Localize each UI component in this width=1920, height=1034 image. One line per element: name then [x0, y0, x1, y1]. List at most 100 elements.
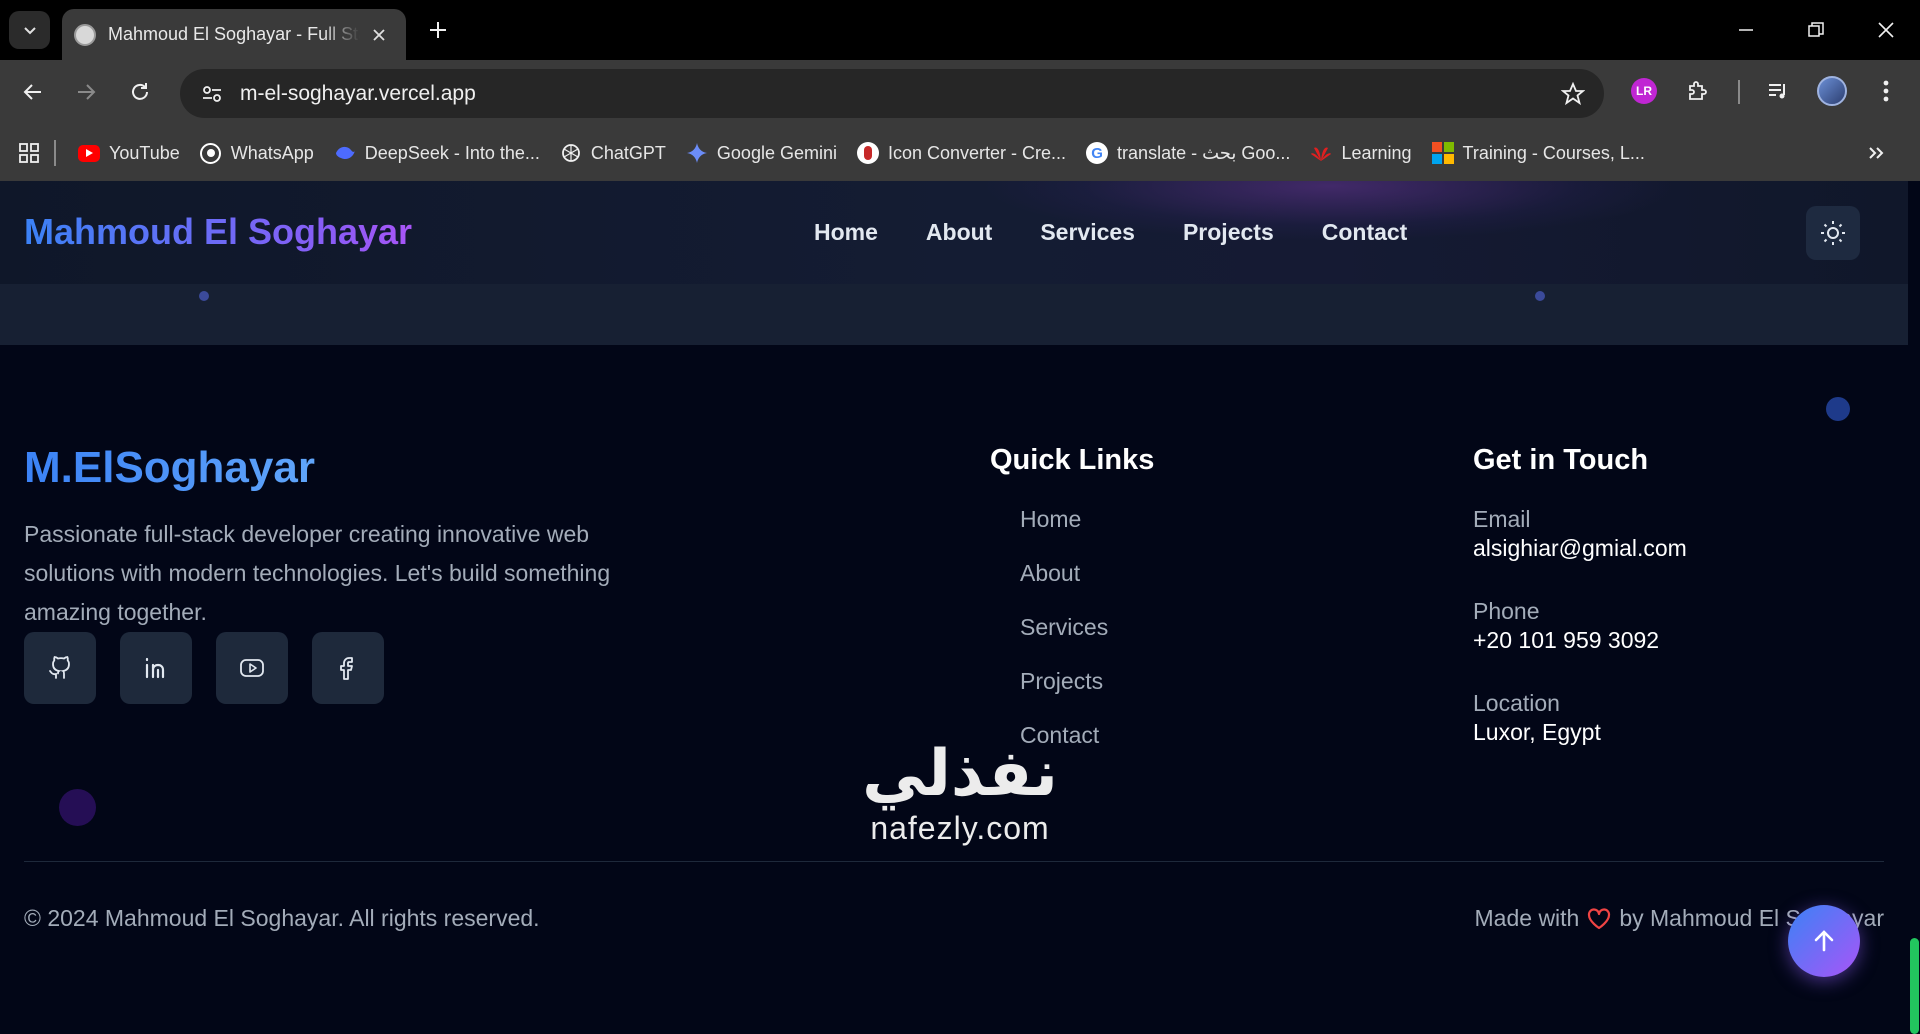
- footer-link-about[interactable]: About: [1020, 559, 1108, 613]
- phone-value[interactable]: +20 101 959 3092: [1473, 625, 1687, 655]
- sun-icon: [1821, 221, 1845, 245]
- tab-close-icon[interactable]: [368, 24, 390, 46]
- bookmark-translate[interactable]: G translate - بحث Goo...: [1076, 135, 1300, 171]
- page-scrollbar[interactable]: [1908, 181, 1920, 1034]
- footer-link-projects[interactable]: Projects: [1020, 667, 1108, 721]
- bookmarks-bar: YouTube WhatsApp DeepSeek - Into the... …: [0, 129, 1920, 177]
- arrow-up-icon: [1814, 930, 1834, 952]
- extensions-puzzle-icon[interactable]: [1680, 73, 1716, 109]
- youtube-icon: [78, 142, 100, 164]
- bookmark-whatsapp[interactable]: WhatsApp: [190, 135, 324, 171]
- tab-search-button[interactable]: [9, 11, 50, 49]
- site-logo[interactable]: Mahmoud El Soghayar: [24, 211, 412, 253]
- linkedin-icon: [145, 657, 165, 679]
- watermark-latin: nafezly.com: [870, 810, 1050, 846]
- footer-brand: M.ElSoghayar: [24, 443, 315, 492]
- nav-home[interactable]: Home: [814, 219, 878, 246]
- theme-toggle-button[interactable]: [1806, 206, 1860, 260]
- copyright-text: © 2024 Mahmoud El Soghayar. All rights r…: [24, 905, 540, 931]
- bookmark-chatgpt[interactable]: ChatGPT: [550, 135, 676, 171]
- browser-toolbar: m-el-soghayar.vercel.app LR YouTube What…: [0, 60, 1920, 189]
- bookmark-icon-converter[interactable]: Icon Converter - Cre...: [847, 135, 1076, 171]
- decorative-dot: [199, 291, 209, 301]
- quick-links-title: Quick Links: [990, 444, 1155, 476]
- chatgpt-icon: [560, 142, 582, 164]
- facebook-link[interactable]: [312, 632, 384, 704]
- footer-divider: [24, 861, 1884, 862]
- youtube-link[interactable]: [216, 632, 288, 704]
- browser-tab-active[interactable]: Mahmoud El Soghayar - Full Stack: [62, 9, 406, 60]
- github-link[interactable]: [24, 632, 96, 704]
- watermark-arabic: نفذلي: [862, 737, 1058, 811]
- nav-contact[interactable]: Contact: [1322, 219, 1408, 246]
- github-icon: [49, 656, 70, 679]
- linkedin-link[interactable]: [120, 632, 192, 704]
- menu-dots-icon[interactable]: [1868, 73, 1904, 109]
- toolbar-divider: [1738, 80, 1740, 104]
- gemini-icon: [686, 142, 708, 164]
- media-queue-icon[interactable]: [1760, 73, 1796, 109]
- bookmark-deepseek[interactable]: DeepSeek - Into the...: [324, 135, 550, 171]
- site-footer: M.ElSoghayar Passionate full-stack devel…: [0, 345, 1908, 1034]
- restore-icon[interactable]: [1796, 12, 1836, 48]
- footer-description: Passionate full-stack developer creating…: [24, 521, 611, 625]
- minimize-icon[interactable]: [1726, 12, 1766, 48]
- email-value[interactable]: alsighiar@gmial.com: [1473, 533, 1687, 563]
- site-header: Mahmoud El Soghayar Home About Services …: [0, 181, 1908, 284]
- site-favicon-icon: [74, 23, 96, 46]
- address-bar[interactable]: m-el-soghayar.vercel.app: [180, 69, 1604, 118]
- contact-info: Email alsighiar@gmial.com Phone +20 101 …: [1473, 505, 1687, 781]
- nav-about[interactable]: About: [926, 219, 992, 246]
- facebook-icon: [340, 657, 353, 680]
- contact-title: Get in Touch: [1473, 444, 1649, 476]
- bookmarks-overflow-icon[interactable]: [1862, 139, 1890, 167]
- social-links: [24, 632, 384, 704]
- decorative-dot: [1826, 397, 1850, 421]
- huawei-icon: [1310, 142, 1332, 164]
- section-bottom-strip: [0, 284, 1908, 345]
- apps-grid-icon[interactable]: [0, 135, 50, 171]
- chevron-down-icon: [23, 27, 36, 35]
- back-icon[interactable]: [13, 72, 53, 112]
- whatsapp-icon: [200, 142, 222, 164]
- bookmarks-divider: [54, 140, 56, 166]
- nafezly-watermark: نفذلي nafezly.com: [850, 742, 1070, 847]
- main-nav: Home About Services Projects Contact: [814, 219, 1407, 246]
- google-icon: G: [1086, 142, 1109, 164]
- bookmark-star-icon[interactable]: [1558, 79, 1588, 109]
- bookmark-learning[interactable]: Learning: [1300, 135, 1421, 171]
- deepseek-icon: [334, 142, 356, 164]
- reload-icon[interactable]: [120, 72, 160, 112]
- page-viewport: Mahmoud El Soghayar Home About Services …: [0, 181, 1908, 1034]
- forward-icon[interactable]: [66, 72, 106, 112]
- decorative-dot: [1535, 291, 1545, 301]
- url-text: m-el-soghayar.vercel.app: [240, 81, 476, 105]
- decorative-dot: [59, 789, 96, 826]
- footer-link-home[interactable]: Home: [1020, 505, 1108, 559]
- browser-tabstrip: Mahmoud El Soghayar - Full Stack: [0, 0, 1920, 60]
- location-value: Luxor, Egypt: [1473, 719, 1601, 745]
- tab-title: Mahmoud El Soghayar - Full Stack: [108, 24, 360, 44]
- microsoft-icon: [1431, 142, 1454, 164]
- icon-converter-icon: [856, 142, 879, 164]
- site-info-icon[interactable]: [196, 78, 228, 110]
- scroll-to-top-button[interactable]: [1788, 905, 1860, 977]
- quick-links-list: Home About Services Projects Contact: [1020, 505, 1108, 775]
- youtube-icon: [240, 659, 264, 677]
- new-tab-icon[interactable]: [424, 16, 452, 44]
- email-label: Email: [1473, 506, 1531, 532]
- close-window-icon[interactable]: [1866, 12, 1906, 48]
- location-label: Location: [1473, 690, 1560, 716]
- phone-label: Phone: [1473, 598, 1540, 624]
- bookmark-youtube[interactable]: YouTube: [68, 135, 190, 171]
- footer-link-services[interactable]: Services: [1020, 613, 1108, 667]
- heart-icon: [1588, 907, 1611, 929]
- profile-avatar-icon[interactable]: [1814, 73, 1850, 109]
- bookmark-training[interactable]: Training - Courses, L...: [1422, 135, 1655, 171]
- nav-services[interactable]: Services: [1040, 219, 1135, 246]
- made-with-prefix: Made with: [1474, 905, 1580, 931]
- bookmark-gemini[interactable]: Google Gemini: [676, 135, 847, 171]
- page-scrollbar-thumb[interactable]: [1910, 938, 1919, 1034]
- nav-projects[interactable]: Projects: [1183, 219, 1274, 246]
- extension-lr-icon[interactable]: LR: [1626, 73, 1662, 109]
